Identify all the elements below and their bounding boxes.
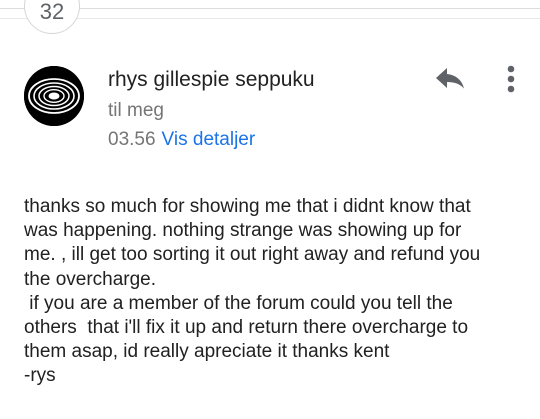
- body-line: the overcharge.: [24, 268, 157, 290]
- body-line: thanks so much for showing me that i did…: [24, 196, 471, 217]
- body-line: me. , ill get too sorting it out right a…: [24, 244, 481, 266]
- body-line: them asap, id really apreciate it thanks…: [24, 341, 390, 363]
- body-line: others that i'll fix it up and return th…: [24, 317, 469, 339]
- message-body: thanks so much for showing me that i did…: [24, 195, 524, 389]
- time-row: 03.56 Vis detaljer: [108, 129, 255, 151]
- thread-divider-secondary: [0, 18, 540, 19]
- sender-name[interactable]: rhys gillespie seppuku: [108, 68, 315, 92]
- recipient-label: til meg: [108, 100, 164, 121]
- more-vert-icon: [507, 65, 515, 93]
- more-options-button[interactable]: [498, 63, 524, 95]
- body-line: -rys: [24, 365, 56, 387]
- reply-icon: [436, 68, 464, 89]
- message-count-label: 32: [39, 0, 65, 24]
- avatar[interactable]: [24, 66, 84, 126]
- body-line: was happening. nothing strange was showi…: [24, 220, 462, 242]
- message-time: 03.56: [108, 129, 156, 150]
- orbit-logo-icon: [24, 66, 84, 126]
- reply-button[interactable]: [432, 63, 468, 93]
- show-details-link[interactable]: Vis detaljer: [162, 129, 256, 150]
- collapsed-messages-count[interactable]: 32: [24, 0, 80, 34]
- thread-divider: [0, 8, 540, 9]
- body-line: if you are a member of the forum could y…: [24, 292, 453, 314]
